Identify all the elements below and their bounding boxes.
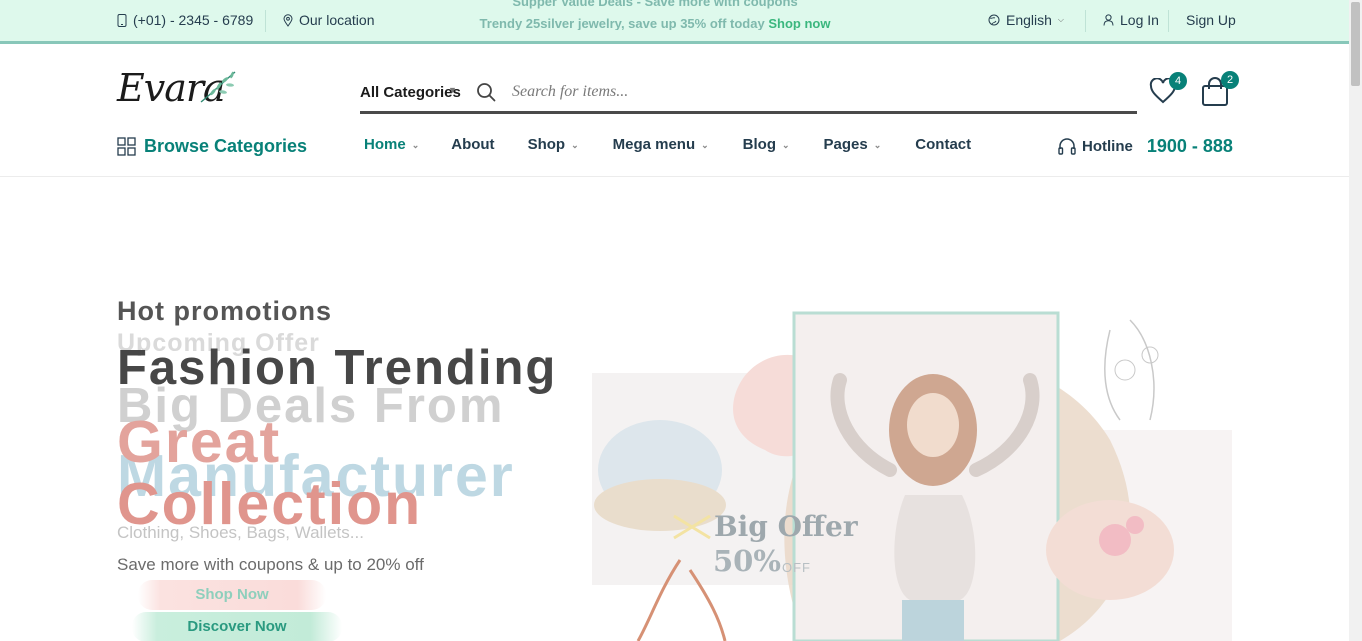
ticker-line-1: Supper Value Deals - Save more with coup… (512, 0, 798, 9)
hero-illustration (592, 311, 1232, 641)
offer-value: 50% (713, 544, 781, 578)
wishlist-count-badge: 4 (1169, 72, 1187, 90)
phone-icon (117, 13, 127, 27)
phone-number: (+01) - 2345 - 6789 (133, 12, 254, 28)
category-select[interactable]: All Categories ▼ (360, 84, 461, 101)
shop-now-button[interactable]: Shop Now (138, 580, 326, 610)
promo-ticker: Supper Value Deals - Save more with coup… (475, 0, 835, 30)
divider (1085, 10, 1086, 32)
nav-item-label: Home (364, 136, 406, 153)
language-selector[interactable]: English ⌵ (988, 12, 1064, 28)
search-bar: All Categories ▼ (360, 72, 1137, 114)
main-nav: Home ⌄ About Shop ⌄ Mega menu ⌄ Blog ⌄ P… (364, 136, 971, 153)
login-link[interactable]: Log In (1103, 12, 1159, 28)
nav-item-label: Mega menu (612, 136, 696, 153)
hotline-label: Hotline (1082, 138, 1133, 155)
nav-item-label: About (451, 136, 495, 153)
chevron-down-icon: ⌄ (411, 140, 420, 150)
grid-icon (117, 137, 136, 156)
chevron-down-icon: ⌄ (782, 140, 790, 150)
hero-banner-image (590, 300, 1240, 641)
hotline[interactable]: Hotline 1900 - 888 (1058, 136, 1233, 157)
nav-item-shop[interactable]: Shop ⌄ (528, 136, 579, 153)
nav-item-home[interactable]: Home ⌄ (364, 136, 419, 153)
signup-label: Sign Up (1186, 12, 1236, 28)
nav-item-label: Contact (915, 136, 972, 153)
hero-description-faded: Clothing, Shoes, Bags, Wallets... (117, 523, 364, 542)
top-bar: (+01) - 2345 - 6789 Our location Supper … (0, 0, 1349, 44)
nav-item-label: Blog (742, 136, 776, 153)
wishlist-button[interactable]: 4 (1149, 72, 1187, 108)
ticker-line-2: Trendy 25silver jewelry, save up 35% off… (475, 16, 835, 30)
nav-item-about[interactable]: About (451, 136, 494, 153)
nav-item-blog[interactable]: Blog ⌄ (743, 136, 790, 153)
login-label: Log In (1120, 12, 1159, 28)
site-logo[interactable]: Evara (117, 68, 237, 108)
signup-link[interactable]: Sign Up (1186, 12, 1236, 28)
browse-categories-label: Browse Categories (144, 136, 308, 156)
location-link[interactable]: Our location (283, 12, 374, 28)
nav-item-label: Shop (527, 136, 566, 153)
map-pin-icon (283, 13, 293, 27)
category-select-label: All Categories (360, 84, 461, 101)
chevron-down-icon: ▼ (448, 85, 457, 95)
globe-icon (988, 14, 1000, 26)
ticker-text: Trendy 25silver jewelry, save up 35% off… (479, 16, 765, 30)
phone-contact[interactable]: (+01) - 2345 - 6789 (117, 12, 253, 28)
ticker-shop-link[interactable]: Shop now (768, 16, 830, 30)
hero-heading-accent: Great (117, 409, 282, 475)
divider (265, 10, 266, 32)
sparkle-icon (673, 514, 711, 540)
offer-title: Big Offer (714, 510, 858, 543)
browse-categories-button[interactable]: Browse Categories (117, 136, 307, 157)
page-scrollbar[interactable] (1349, 0, 1362, 641)
search-input[interactable] (512, 80, 1112, 104)
chevron-down-icon: ⌄ (701, 140, 709, 150)
chevron-down-icon: ⌄ (571, 140, 579, 150)
discover-now-button[interactable]: Discover Now (132, 612, 342, 641)
hero-subtitle: Hot promotions (117, 296, 332, 326)
search-icon[interactable] (476, 82, 496, 102)
cart-button[interactable]: 2 (1201, 71, 1239, 107)
nav-item-mega-menu[interactable]: Mega menu ⌄ (613, 136, 709, 153)
chevron-down-icon: ⌵ (1057, 15, 1064, 24)
divider (1168, 10, 1169, 32)
cart-count-badge: 2 (1221, 71, 1239, 89)
nav-item-label: Pages (823, 136, 868, 153)
hero-heading: Fashion Trending (117, 341, 558, 395)
hotline-number: 1900 - 888 (1146, 136, 1233, 156)
offer-suffix: OFF (782, 560, 811, 575)
hero-description: Save more with coupons & up to 20% off (117, 555, 424, 574)
user-icon (1103, 14, 1114, 26)
nav-item-contact[interactable]: Contact (915, 136, 971, 153)
chevron-down-icon: ⌄ (873, 140, 882, 150)
headset-icon (1058, 137, 1076, 155)
location-label: Our location (299, 12, 375, 28)
scrollbar-thumb[interactable] (1351, 2, 1360, 86)
nav-item-pages[interactable]: Pages ⌄ (824, 136, 882, 153)
leaf-icon (200, 71, 236, 103)
header-divider (0, 176, 1349, 177)
language-label: English (1006, 12, 1052, 28)
